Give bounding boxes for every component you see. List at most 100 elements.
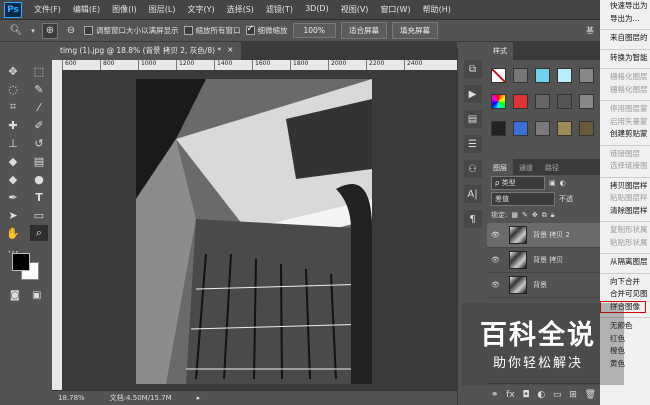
canvas-area[interactable] bbox=[62, 70, 457, 390]
workspace-label[interactable]: 基 bbox=[586, 25, 594, 36]
document-tab[interactable]: timg (1).jpg @ 18.8% (背景 拷贝 2, 灰色/8) * × bbox=[52, 42, 242, 60]
menu-item[interactable]: 选择(S) bbox=[221, 4, 260, 15]
zoom-100-button[interactable]: 100% bbox=[292, 23, 336, 38]
style-swatch[interactable] bbox=[513, 68, 528, 83]
lock-artboard-icon[interactable]: ⧉ bbox=[542, 211, 547, 220]
style-swatch[interactable] bbox=[535, 68, 550, 83]
link-layers-icon[interactable]: ⚭ bbox=[491, 390, 499, 400]
screen-mode-icon[interactable]: ▣ bbox=[32, 290, 41, 301]
lock-image-icon[interactable]: ✎ bbox=[522, 211, 528, 219]
healing-brush-tool-icon[interactable]: ✚ bbox=[4, 117, 22, 133]
libraries-panel-icon[interactable]: ☰ bbox=[463, 135, 482, 153]
style-swatch[interactable] bbox=[535, 94, 550, 110]
path-selection-tool-icon[interactable]: ➤ bbox=[4, 207, 22, 223]
gradient-tool-icon[interactable]: ▤ bbox=[30, 153, 48, 169]
tab-layers-panel[interactable]: 图层 bbox=[487, 159, 513, 175]
new-layer-icon[interactable]: ⊞ bbox=[569, 390, 577, 400]
style-swatch[interactable] bbox=[535, 120, 550, 136]
filter-pixel-icon[interactable]: ▣ bbox=[549, 179, 556, 187]
paragraph-panel-icon[interactable]: ¶ bbox=[463, 210, 482, 228]
properties-panel-icon[interactable]: ▤ bbox=[463, 110, 482, 128]
close-icon[interactable]: × bbox=[227, 45, 233, 57]
zoom-out-icon[interactable]: ⊖ bbox=[63, 23, 79, 39]
context-menu-item[interactable]: 合并可见图 bbox=[600, 288, 650, 301]
style-swatch[interactable] bbox=[557, 94, 572, 110]
move-tool-icon[interactable]: ✥ bbox=[4, 63, 22, 79]
clone-source-panel-icon[interactable]: ⚇ bbox=[463, 160, 482, 178]
lock-transparent-icon[interactable]: ▦ bbox=[511, 211, 518, 219]
type-tool-icon[interactable]: T bbox=[30, 189, 48, 205]
layer-row[interactable]: 👁︎ 背景 bbox=[487, 273, 600, 298]
lasso-tool-icon[interactable]: ◌ bbox=[4, 81, 22, 97]
menu-item[interactable]: 图像(I) bbox=[106, 4, 143, 15]
style-swatch[interactable] bbox=[557, 120, 572, 136]
delete-layer-icon[interactable]: 🗑︎ bbox=[585, 390, 596, 400]
brush-tool-icon[interactable]: ✐ bbox=[30, 117, 48, 133]
dodge-tool-icon[interactable]: ● bbox=[30, 171, 48, 187]
character-panel-icon[interactable]: A| bbox=[463, 185, 482, 203]
crop-tool-icon[interactable]: ⌗ bbox=[4, 99, 22, 115]
menu-item[interactable]: 图层(L) bbox=[143, 4, 182, 15]
rectangle-tool-icon[interactable]: ▭ bbox=[30, 207, 48, 223]
context-menu-item[interactable]: 从隔离图层 bbox=[600, 256, 650, 269]
zoom-tool-icon[interactable]: 🔍︎ bbox=[8, 23, 24, 39]
menu-item[interactable]: 滤镜(T) bbox=[260, 4, 299, 15]
style-swatch[interactable] bbox=[513, 94, 528, 110]
context-menu-item[interactable]: 导出为... bbox=[600, 13, 650, 26]
style-swatch[interactable] bbox=[513, 120, 528, 136]
clone-stamp-tool-icon[interactable]: ⊥ bbox=[4, 135, 22, 151]
blend-mode-select[interactable]: 差值 bbox=[491, 192, 555, 206]
eraser-tool-icon[interactable]: ◆ bbox=[4, 153, 22, 169]
menu-item[interactable]: 帮助(H) bbox=[417, 4, 457, 15]
tab-styles[interactable]: 样式 bbox=[487, 42, 513, 60]
menu-item[interactable]: 编辑(E) bbox=[67, 4, 106, 15]
context-menu-item[interactable]: 清除图层样 bbox=[600, 205, 650, 218]
status-arrow-icon[interactable]: ▸ bbox=[197, 394, 201, 402]
context-menu-item[interactable]: 向下合并 bbox=[600, 276, 650, 289]
style-swatch[interactable] bbox=[579, 94, 594, 110]
marquee-tool-icon[interactable]: ⬚ bbox=[30, 63, 48, 79]
context-menu-item[interactable]: 快速导出为 bbox=[600, 0, 650, 13]
lock-all-icon[interactable]: 🔒︎ bbox=[551, 211, 555, 220]
visibility-eye-icon[interactable]: 👁︎ bbox=[491, 256, 503, 264]
adjustment-layer-icon[interactable]: ◐ bbox=[537, 390, 545, 400]
zoom-level[interactable]: 18.78% bbox=[58, 394, 85, 402]
style-swatch[interactable] bbox=[491, 120, 506, 136]
menu-item[interactable]: 3D(D) bbox=[299, 4, 335, 15]
actions-panel-icon[interactable]: ▶ bbox=[463, 85, 482, 103]
eyedropper-tool-icon[interactable]: ⁄ bbox=[30, 99, 48, 115]
style-none[interactable] bbox=[491, 68, 506, 83]
style-swatch[interactable] bbox=[579, 120, 594, 136]
color-swatches[interactable] bbox=[12, 253, 42, 283]
filter-adjust-icon[interactable]: ◐ bbox=[560, 179, 566, 187]
add-mask-icon[interactable]: ◘ bbox=[523, 390, 530, 400]
quick-selection-tool-icon[interactable]: ✎ bbox=[30, 81, 48, 97]
zoom-in-icon[interactable]: ⊕ bbox=[42, 22, 58, 39]
menu-item[interactable]: 视图(V) bbox=[335, 4, 375, 15]
pen-tool-icon[interactable]: ✒ bbox=[4, 189, 22, 205]
fill-screen-button[interactable]: 填充屏幕 bbox=[391, 22, 438, 39]
history-brush-tool-icon[interactable]: ↺ bbox=[30, 135, 48, 151]
chevron-down-icon[interactable]: ▾ bbox=[29, 23, 37, 39]
menu-item[interactable]: 窗口(W) bbox=[374, 4, 416, 15]
document-image[interactable] bbox=[136, 79, 372, 384]
hand-tool-icon[interactable]: ✋ bbox=[4, 225, 22, 241]
menu-item[interactable]: 文件(F) bbox=[28, 4, 67, 15]
style-swatch[interactable] bbox=[557, 68, 572, 83]
context-menu-item[interactable]: 转换为智能 bbox=[600, 52, 650, 65]
layer-row[interactable]: 👁︎ 背景 拷贝 bbox=[487, 248, 600, 273]
lock-position-icon[interactable]: ✥ bbox=[532, 211, 538, 219]
context-menu-item[interactable]: 拷贝图层样 bbox=[600, 180, 650, 193]
history-panel-icon[interactable]: ⧉ bbox=[463, 60, 482, 78]
quick-mask-icon[interactable]: ◙ bbox=[10, 290, 20, 301]
scrubby-zoom-checkbox[interactable]: 细微缩放 bbox=[245, 24, 288, 36]
blur-tool-icon[interactable]: ◆ bbox=[4, 171, 22, 187]
new-group-icon[interactable]: ▭ bbox=[553, 390, 562, 400]
tab-layers-panel[interactable]: 路径 bbox=[539, 159, 565, 175]
context-menu-item[interactable]: 创建剪贴蒙 bbox=[600, 128, 650, 141]
layer-row[interactable]: 👁︎ 背景 拷贝 2 bbox=[487, 223, 600, 248]
menu-item[interactable]: 文字(Y) bbox=[181, 4, 220, 15]
layer-filter-select[interactable]: ρ 类型 bbox=[491, 176, 545, 190]
resize-windows-checkbox[interactable]: 调整窗口大小以满屏显示 bbox=[84, 25, 179, 36]
visibility-eye-icon[interactable]: 👁︎ bbox=[491, 231, 503, 239]
